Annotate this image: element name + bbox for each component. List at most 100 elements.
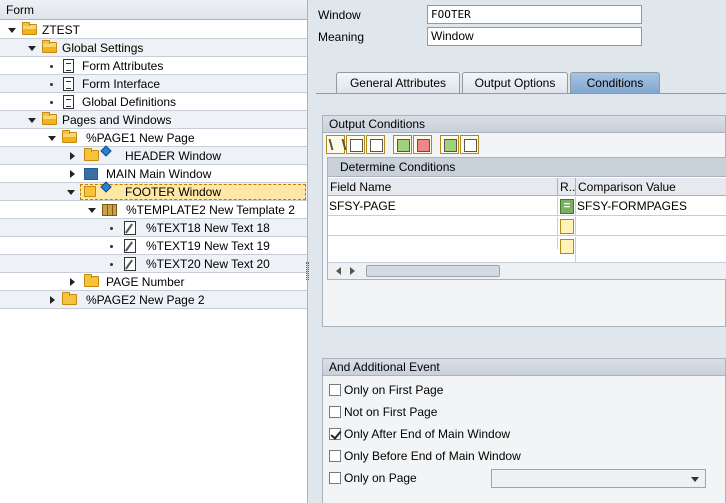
scroll-left-icon[interactable] (336, 267, 341, 275)
text-edit-icon (124, 239, 136, 253)
option-label: Only Before End of Main Window (344, 449, 521, 463)
tree-node-footer-window[interactable]: FOOTER Window (0, 181, 307, 201)
tree-node-label: %TEXT18 New Text 18 (146, 221, 270, 235)
cell-comparison-value[interactable]: SFSY-FORMPAGES (576, 197, 726, 216)
relation-cell[interactable]: = (558, 197, 576, 216)
splitter-grip[interactable] (306, 262, 309, 280)
output-conditions-title: Output Conditions (323, 116, 725, 133)
option-before-end-main-window[interactable]: Only Before End of Main Window (329, 447, 521, 465)
option-after-end-main-window[interactable]: Only After End of Main Window (329, 425, 510, 443)
tab-output-options[interactable]: Output Options (462, 72, 568, 94)
insert-row-icon[interactable] (393, 135, 412, 154)
tree-node-global-settings[interactable]: Global Settings (0, 39, 307, 57)
option-only-on-page[interactable]: Only on Page (329, 469, 417, 487)
tree-node-page1[interactable]: %PAGE1 New Page (0, 129, 307, 147)
cell-field-name[interactable] (328, 237, 558, 249)
tree-node-header-window[interactable]: HEADER Window (0, 145, 307, 165)
tree-node-label: %PAGE2 New Page 2 (86, 293, 205, 307)
horizontal-scrollbar[interactable] (328, 262, 726, 279)
col-header-relation[interactable]: R... (558, 178, 579, 196)
relation-cell[interactable] (558, 217, 576, 236)
document-icon (63, 59, 74, 73)
option-label: Only After End of Main Window (344, 427, 511, 441)
checkbox-after-end-main-window[interactable] (329, 427, 341, 440)
page-select[interactable] (491, 469, 706, 488)
relation-operator-button[interactable] (560, 219, 574, 234)
checkbox-only-on-page[interactable] (329, 471, 341, 484)
tree-node-label: ZTEST (42, 23, 80, 37)
tree-node-global-definitions[interactable]: Global Definitions (0, 93, 307, 111)
cut-icon[interactable] (326, 135, 345, 154)
folder-open-icon (42, 112, 57, 125)
checkbox-only-first-page[interactable] (329, 383, 341, 396)
folder-open-icon (62, 130, 77, 143)
col-header-comparison-value[interactable]: Comparison Value (576, 178, 726, 196)
tree-node-label: %TEXT20 New Text 20 (146, 257, 270, 271)
option-only-first-page[interactable]: Only on First Page (329, 381, 443, 399)
collapse-icon[interactable] (67, 190, 75, 195)
collapse-icon[interactable] (28, 118, 36, 123)
determine-conditions-title: Determine Conditions (328, 158, 726, 177)
paste-icon[interactable] (366, 135, 385, 154)
collapse-icon[interactable] (8, 28, 16, 33)
expand-icon[interactable] (50, 296, 55, 304)
scroll-right-icon[interactable] (350, 267, 355, 275)
tree-node-form-attributes[interactable]: Form Attributes (0, 57, 307, 75)
copy-icon[interactable] (346, 135, 365, 154)
tab-strip: General Attributes Output Options Condit… (310, 70, 726, 94)
tree-node-text18[interactable]: %TEXT18 New Text 18 (0, 219, 307, 237)
cell-comparison-value[interactable] (576, 237, 726, 262)
expand-icon[interactable] (70, 152, 75, 160)
tab-general-attributes[interactable]: General Attributes (336, 72, 460, 94)
window-icon (100, 145, 112, 162)
chevron-down-icon[interactable] (691, 477, 699, 482)
conditions-tab-body: Output Conditions Determine Conditions F… (316, 93, 726, 503)
text-edit-icon (124, 257, 136, 271)
folder-open-icon (22, 22, 37, 35)
cell-comparison-value[interactable] (576, 217, 726, 236)
scroll-thumb[interactable] (366, 265, 500, 277)
bullet-icon (110, 245, 113, 248)
main-window-icon (84, 168, 98, 180)
output-conditions-group: Output Conditions Determine Conditions F… (322, 115, 726, 327)
window-name-input[interactable]: FOOTER (427, 5, 642, 24)
tree-node-form-interface[interactable]: Form Interface (0, 75, 307, 93)
relation-operator-button[interactable]: = (560, 199, 574, 214)
tree-node-page2[interactable]: %PAGE2 New Page 2 (0, 291, 307, 309)
checkbox-not-first-page[interactable] (329, 405, 341, 418)
relation-operator-button[interactable] (560, 239, 574, 254)
document-icon (63, 77, 74, 91)
col-header-field-name[interactable]: Field Name (328, 178, 558, 196)
option-not-first-page[interactable]: Not on First Page (329, 403, 437, 421)
tree-node-text19[interactable]: %TEXT19 New Text 19 (0, 237, 307, 255)
tab-conditions[interactable]: Conditions (570, 72, 660, 94)
tree-node-main-window[interactable]: MAIN Main Window (0, 165, 307, 183)
relation-cell[interactable] (558, 237, 576, 262)
folder-icon (84, 186, 96, 197)
tree-node-text20[interactable]: %TEXT20 New Text 20 (0, 255, 307, 273)
tree-node-template2[interactable]: %TEMPLATE2 New Template 2 (0, 201, 307, 219)
checkbox-before-end-main-window[interactable] (329, 449, 341, 462)
delete-row-icon[interactable] (413, 135, 432, 154)
expand-icon[interactable] (70, 278, 75, 286)
bullet-icon (110, 227, 113, 230)
cell-field-name[interactable] (328, 217, 558, 236)
expand-icon[interactable] (70, 170, 75, 178)
text-edit-icon (124, 221, 136, 235)
cell-field-name[interactable]: SFSY-PAGE (328, 197, 558, 216)
folder-open-icon (42, 40, 57, 53)
collapse-rows-icon[interactable] (460, 135, 479, 154)
meaning-input[interactable]: Window (427, 27, 642, 46)
tree-node-ztest[interactable]: ZTEST (0, 21, 307, 39)
collapse-icon[interactable] (88, 208, 96, 213)
folder-icon (62, 292, 77, 305)
collapse-icon[interactable] (28, 46, 36, 51)
tree-node-label: Global Definitions (82, 95, 177, 109)
expand-rows-icon[interactable] (440, 135, 459, 154)
window-icon (100, 181, 112, 198)
tree-node-pages-and-windows[interactable]: Pages and Windows (0, 111, 307, 129)
collapse-icon[interactable] (48, 136, 56, 141)
tree-node-label: Pages and Windows (62, 113, 172, 127)
tree-node-label: %PAGE1 New Page (86, 131, 195, 145)
tree-node-page-number[interactable]: PAGE Number (0, 273, 307, 291)
